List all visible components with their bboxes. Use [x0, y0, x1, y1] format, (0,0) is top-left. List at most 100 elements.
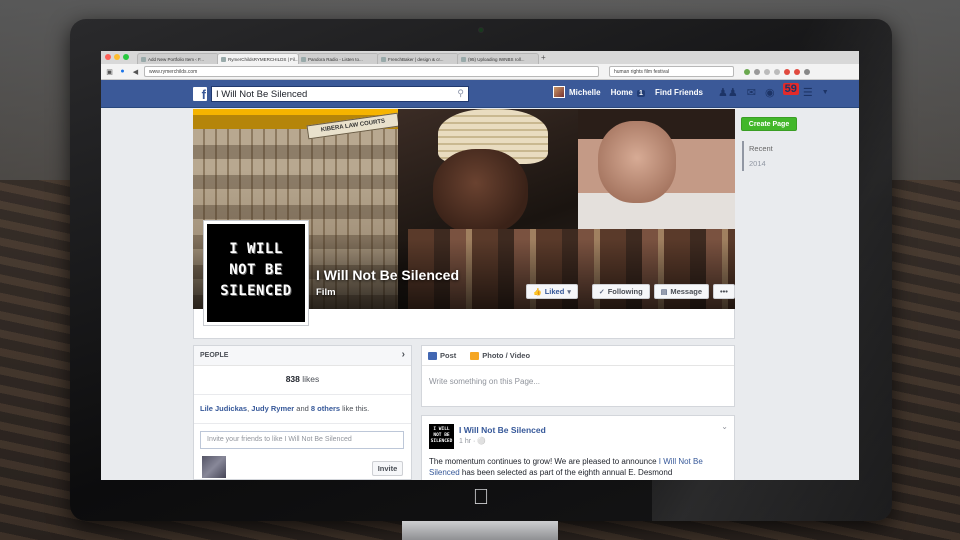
- browser-tab[interactable]: FrenchBaker | design & cr...: [377, 53, 459, 64]
- create-page-button[interactable]: Create Page: [741, 117, 797, 131]
- notifications-icon[interactable]: ◉ 59: [765, 83, 799, 99]
- messages-icon[interactable]: ✉: [747, 86, 756, 99]
- facebook-search-input[interactable]: I Will Not Be Silenced ⚲: [211, 86, 469, 102]
- page-category[interactable]: Film: [316, 287, 336, 298]
- browser-tab[interactable]: (95) Uploading IWNBS roll...: [457, 53, 539, 64]
- browser-search-field[interactable]: human rights film festival: [609, 66, 734, 77]
- browser-toolbar: ▣ ● ◀ www.rymerchilds.com human rights f…: [101, 64, 859, 80]
- people-header[interactable]: PEOPLE ›: [194, 346, 411, 366]
- film-logo-line: SILENCED: [220, 283, 292, 299]
- monitor-stand: [402, 521, 558, 540]
- likes-number: 838: [285, 374, 300, 384]
- facebook-logo-icon[interactable]: f: [193, 87, 207, 102]
- post-text: The momentum continues to grow! We are p…: [429, 456, 729, 478]
- screen: Add New Portfolio Item ‹ F... RymerChild…: [101, 51, 859, 480]
- chevron-down-icon: ▾: [567, 288, 571, 296]
- friend-requests-icon[interactable]: ♟♟: [718, 86, 738, 99]
- browser-extensions: [744, 68, 810, 75]
- likes-count: 838 likes: [194, 366, 411, 395]
- composer-input[interactable]: Write something on this Page...: [422, 366, 734, 397]
- pencil-icon: [428, 351, 437, 360]
- and-text: and: [294, 404, 311, 413]
- avatar: [553, 86, 565, 98]
- people-box: PEOPLE › 838 likes Lile Judickas, Judy R…: [193, 345, 412, 480]
- tab-post-label: Post: [440, 351, 457, 360]
- extension-icon[interactable]: [774, 68, 780, 75]
- tab-post[interactable]: Post: [428, 351, 456, 360]
- post-author-name[interactable]: I Will Not Be Silenced: [459, 425, 546, 435]
- minimize-window-icon[interactable]: [114, 54, 120, 60]
- woman-face: [598, 121, 676, 203]
- message-button[interactable]: ▤ Message: [653, 284, 710, 299]
- back-icon[interactable]: ◀: [131, 68, 140, 76]
- post-author-avatar[interactable]: I WILL NOT BE SILENCED: [429, 424, 454, 449]
- facebook-header: f I Will Not Be Silenced ⚲ Michelle Home…: [101, 80, 859, 108]
- invite-button[interactable]: Invite: [372, 461, 403, 476]
- address-bar[interactable]: www.rymerchilds.com: [144, 66, 599, 77]
- extension-icon[interactable]: [754, 68, 760, 75]
- friend-link[interactable]: Judy Rymer: [251, 404, 294, 413]
- extension-icon[interactable]: [794, 68, 800, 75]
- following-button[interactable]: ✓ Following: [591, 284, 650, 299]
- year-nav-2014[interactable]: 2014: [744, 156, 773, 171]
- message-label: Message: [670, 287, 703, 296]
- find-friends-link[interactable]: Find Friends: [655, 88, 703, 97]
- notification-count-badge: 59: [782, 83, 799, 95]
- checkmark-icon: ✓: [598, 288, 605, 296]
- composer-tabs: Post Photo / Video: [422, 346, 734, 366]
- post-options-chevron-icon[interactable]: ⌄: [721, 422, 728, 431]
- friends-like-line: Lile Judickas, Judy Rymer and 8 others l…: [194, 395, 411, 424]
- browser-tab-active[interactable]: RymerChildsRYMERCHILDS | Fil...: [217, 53, 299, 64]
- post-text-end: has been selected as part of the eighth …: [459, 468, 673, 477]
- globe-icon: ⚪: [477, 438, 487, 445]
- account-menu-chevron-icon[interactable]: ▼: [822, 89, 829, 96]
- profile-picture[interactable]: I WILL NOT BE SILENCED: [203, 220, 309, 326]
- bookmark-icon[interactable]: [764, 68, 770, 75]
- chevron-right-icon[interactable]: ›: [402, 349, 405, 360]
- page-title[interactable]: I Will Not Be Silenced: [316, 267, 459, 283]
- cover-actions: 👍 Liked ▾ ✓ Following ▤ Message •••: [526, 284, 735, 299]
- invite-friends-input[interactable]: Invite your friends to like I Will Not B…: [200, 431, 404, 449]
- close-window-icon[interactable]: [105, 54, 111, 60]
- avatar-logo-line: SILENCED: [430, 439, 453, 444]
- others-link[interactable]: 8 others: [311, 404, 340, 413]
- home-count-badge: 1: [637, 89, 645, 97]
- post-composer: Post Photo / Video Write something on th…: [421, 345, 735, 407]
- year-nav-recent[interactable]: Recent: [744, 141, 773, 156]
- timeline-post: I WILL NOT BE SILENCED I Will Not Be Sil…: [421, 415, 735, 480]
- browser-tab[interactable]: Add New Portfolio Item ‹ F...: [137, 53, 219, 64]
- post-timestamp[interactable]: 1 hr · ⚪: [459, 437, 486, 445]
- tab-photo-video[interactable]: Photo / Video: [470, 351, 530, 360]
- home-link[interactable]: Home 1: [611, 88, 645, 97]
- friend-link[interactable]: Lile Judickas: [200, 404, 247, 413]
- search-icon[interactable]: ⚲: [457, 88, 464, 99]
- privacy-shortcuts-icon[interactable]: ☰: [803, 86, 813, 99]
- extension-icon[interactable]: [744, 68, 750, 75]
- judge-face: [433, 149, 528, 234]
- following-label: Following: [607, 287, 643, 296]
- film-logo-line: NOT BE: [229, 262, 283, 278]
- people-header-label: PEOPLE: [200, 352, 229, 359]
- timeline-year-nav: Recent 2014: [742, 141, 773, 171]
- extension-icon[interactable]: ●: [118, 68, 127, 75]
- facebook-nav: Michelle Home 1 Find Friends: [553, 86, 703, 98]
- browser-tab[interactable]: Pandora Radio - Listen to...: [297, 53, 379, 64]
- friend-avatar[interactable]: [202, 456, 226, 478]
- more-options-button[interactable]: •••: [713, 284, 735, 299]
- user-name: Michelle: [569, 87, 601, 97]
- post-time: 1 hr ·: [459, 438, 478, 445]
- menu-icon[interactable]: [804, 68, 810, 75]
- browser-tab-bar: Add New Portfolio Item ‹ F... RymerChild…: [101, 51, 859, 64]
- window-controls: [105, 54, 129, 60]
- tab-photo-label: Photo / Video: [482, 351, 531, 360]
- photo-icon: [470, 351, 480, 360]
- extension-icon[interactable]: ▣: [105, 68, 114, 76]
- message-icon: ▤: [660, 288, 668, 296]
- profile-link[interactable]: Michelle: [553, 86, 601, 98]
- maximize-window-icon[interactable]: [123, 54, 129, 60]
- facebook-jewels: ♟♟ ✉ ◉ 59 ☰ ▼: [718, 83, 829, 99]
- liked-label: Liked: [544, 287, 565, 296]
- film-logo-line: I WILL: [229, 241, 283, 257]
- liked-button[interactable]: 👍 Liked ▾: [526, 284, 578, 299]
- pinterest-icon[interactable]: [784, 68, 790, 75]
